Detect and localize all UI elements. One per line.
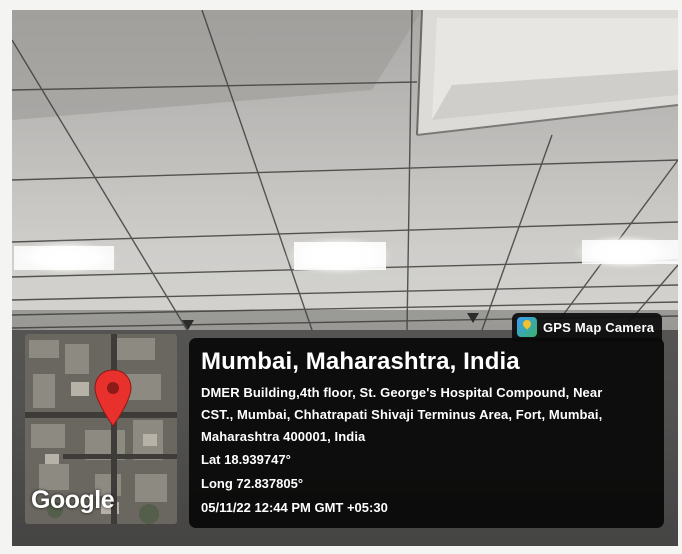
location-info-panel: Mumbai, Maharashtra, India DMER Building… bbox=[189, 338, 664, 528]
address-line-1: DMER Building,4th floor, St. George's Ho… bbox=[201, 385, 603, 400]
latitude: Lat 18.939747° bbox=[201, 452, 291, 467]
google-logo: Google bbox=[31, 486, 115, 514]
timestamp: 05/11/22 12:44 PM GMT +05:30 bbox=[201, 500, 388, 515]
app-name-label: GPS Map Camera bbox=[543, 319, 655, 335]
gps-map-camera-badge: GPS Map Camera bbox=[512, 313, 663, 341]
map-thumbnail: Google bbox=[25, 334, 177, 524]
location-title: Mumbai, Maharashtra, India bbox=[201, 348, 520, 375]
longitude: Long 72.837805° bbox=[201, 476, 304, 491]
gps-map-camera-app-icon bbox=[517, 317, 537, 337]
address-line-2: CST., Mumbai, Chhatrapati Shivaji Termin… bbox=[201, 407, 603, 422]
map-pin-icon bbox=[94, 369, 132, 427]
address-line-3: Maharashtra 400001, India bbox=[201, 429, 366, 444]
photo: GPS Map Camera Google Mumbai, Maharashtr… bbox=[12, 10, 678, 546]
